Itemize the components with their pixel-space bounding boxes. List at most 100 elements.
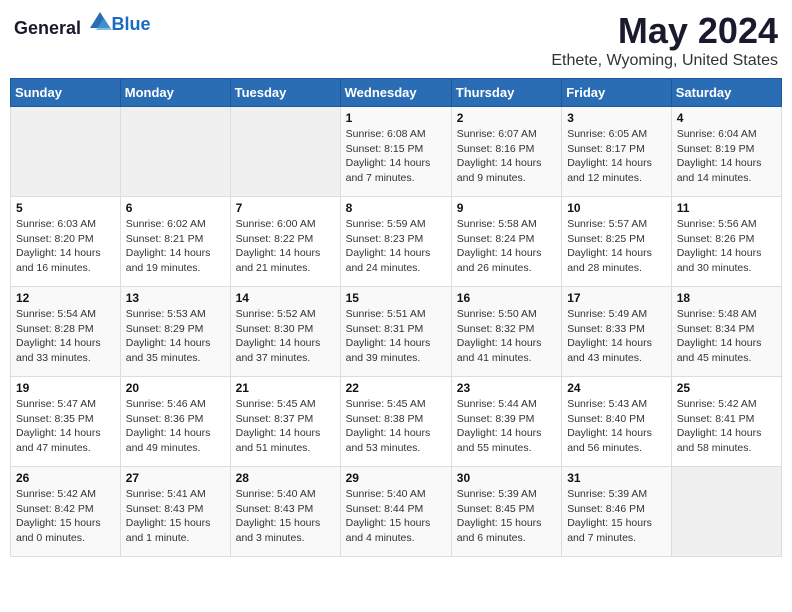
day-info: Sunrise: 5:50 AM Sunset: 8:32 PM Dayligh… — [457, 307, 556, 366]
day-number: 3 — [567, 111, 666, 125]
day-info: Sunrise: 6:02 AM Sunset: 8:21 PM Dayligh… — [126, 217, 225, 276]
day-info: Sunrise: 6:07 AM Sunset: 8:16 PM Dayligh… — [457, 127, 556, 186]
day-info: Sunrise: 5:40 AM Sunset: 8:44 PM Dayligh… — [346, 487, 446, 546]
day-info: Sunrise: 5:51 AM Sunset: 8:31 PM Dayligh… — [346, 307, 446, 366]
day-info: Sunrise: 5:53 AM Sunset: 8:29 PM Dayligh… — [126, 307, 225, 366]
calendar-cell: 14 Sunrise: 5:52 AM Sunset: 8:30 PM Dayli… — [230, 287, 340, 377]
day-number: 27 — [126, 471, 225, 485]
calendar-cell: 16 Sunrise: 5:50 AM Sunset: 8:32 PM Dayli… — [451, 287, 561, 377]
calendar-cell: 18 Sunrise: 5:48 AM Sunset: 8:34 PM Dayli… — [671, 287, 781, 377]
calendar-cell: 27 Sunrise: 5:41 AM Sunset: 8:43 PM Dayli… — [120, 467, 230, 557]
calendar-cell: 23 Sunrise: 5:44 AM Sunset: 8:39 PM Dayli… — [451, 377, 561, 467]
calendar-cell: 6 Sunrise: 6:02 AM Sunset: 8:21 PM Daylig… — [120, 197, 230, 287]
day-number: 9 — [457, 201, 556, 215]
calendar-cell: 10Sunrise: 5:57 AM Sunset: 8:25 PM Dayli… — [562, 197, 672, 287]
day-number: 6 — [126, 201, 225, 215]
calendar-cell — [671, 467, 781, 557]
day-info: Sunrise: 5:45 AM Sunset: 8:37 PM Dayligh… — [236, 397, 335, 456]
calendar-cell: 15 Sunrise: 5:51 AM Sunset: 8:31 PM Dayli… — [340, 287, 451, 377]
day-info: Sunrise: 6:03 AM Sunset: 8:20 PM Dayligh… — [16, 217, 115, 276]
day-info: Sunrise: 5:59 AM Sunset: 8:23 PM Dayligh… — [346, 217, 446, 276]
day-number: 14 — [236, 291, 335, 305]
day-info: Sunrise: 5:40 AM Sunset: 8:43 PM Dayligh… — [236, 487, 335, 546]
calendar-cell: 17 Sunrise: 5:49 AM Sunset: 8:33 PM Dayli… — [562, 287, 672, 377]
day-info: Sunrise: 6:05 AM Sunset: 8:17 PM Dayligh… — [567, 127, 666, 186]
day-number: 4 — [677, 111, 776, 125]
day-info: Sunrise: 6:00 AM Sunset: 8:22 PM Dayligh… — [236, 217, 335, 276]
calendar-cell: 5 Sunrise: 6:03 AM Sunset: 8:20 PM Daylig… — [11, 197, 121, 287]
day-info: Sunrise: 5:52 AM Sunset: 8:30 PM Dayligh… — [236, 307, 335, 366]
logo: General Blue — [14, 10, 151, 39]
day-number: 10 — [567, 201, 666, 215]
calendar-cell — [11, 107, 121, 197]
calendar-cell: 11 Sunrise: 5:56 AM Sunset: 8:26 PM Dayli… — [671, 197, 781, 287]
day-info: Sunrise: 5:48 AM Sunset: 8:34 PM Dayligh… — [677, 307, 776, 366]
day-number: 1 — [346, 111, 446, 125]
day-number: 11 — [677, 201, 776, 215]
weekday-header-tuesday: Tuesday — [230, 79, 340, 107]
weekday-header-row: SundayMondayTuesdayWednesdayThursdayFrid… — [11, 79, 782, 107]
day-info: Sunrise: 5:39 AM Sunset: 8:45 PM Dayligh… — [457, 487, 556, 546]
calendar-cell: 29Sunrise: 5:40 AM Sunset: 8:44 PM Dayli… — [340, 467, 451, 557]
day-number: 30 — [457, 471, 556, 485]
day-number: 21 — [236, 381, 335, 395]
calendar-cell: 22 Sunrise: 5:45 AM Sunset: 8:38 PM Dayli… — [340, 377, 451, 467]
day-info: Sunrise: 5:58 AM Sunset: 8:24 PM Dayligh… — [457, 217, 556, 276]
day-number: 2 — [457, 111, 556, 125]
day-number: 22 — [346, 381, 446, 395]
weekday-header-friday: Friday — [562, 79, 672, 107]
day-info: Sunrise: 5:56 AM Sunset: 8:26 PM Dayligh… — [677, 217, 776, 276]
calendar-cell: 13 Sunrise: 5:53 AM Sunset: 8:29 PM Dayli… — [120, 287, 230, 377]
calendar-cell: 21 Sunrise: 5:45 AM Sunset: 8:37 PM Dayli… — [230, 377, 340, 467]
day-info: Sunrise: 5:39 AM Sunset: 8:46 PM Dayligh… — [567, 487, 666, 546]
week-row-1: 1 Sunrise: 6:08 AM Sunset: 8:15 PM Daylig… — [11, 107, 782, 197]
calendar-cell: 31 Sunrise: 5:39 AM Sunset: 8:46 PM Dayli… — [562, 467, 672, 557]
calendar-cell: 12 Sunrise: 5:54 AM Sunset: 8:28 PM Dayli… — [11, 287, 121, 377]
weekday-header-saturday: Saturday — [671, 79, 781, 107]
day-number: 18 — [677, 291, 776, 305]
calendar-cell: 3 Sunrise: 6:05 AM Sunset: 8:17 PM Daylig… — [562, 107, 672, 197]
week-row-4: 19Sunrise: 5:47 AM Sunset: 8:35 PM Dayli… — [11, 377, 782, 467]
day-number: 20 — [126, 381, 225, 395]
day-number: 26 — [16, 471, 115, 485]
day-info: Sunrise: 6:08 AM Sunset: 8:15 PM Dayligh… — [346, 127, 446, 186]
day-number: 24 — [567, 381, 666, 395]
day-number: 8 — [346, 201, 446, 215]
day-number: 12 — [16, 291, 115, 305]
logo-icon — [88, 10, 112, 34]
weekday-header-wednesday: Wednesday — [340, 79, 451, 107]
day-number: 13 — [126, 291, 225, 305]
calendar-cell: 1 Sunrise: 6:08 AM Sunset: 8:15 PM Daylig… — [340, 107, 451, 197]
day-number: 7 — [236, 201, 335, 215]
logo-blue: Blue — [112, 14, 151, 34]
day-number: 23 — [457, 381, 556, 395]
day-info: Sunrise: 5:46 AM Sunset: 8:36 PM Dayligh… — [126, 397, 225, 456]
day-number: 28 — [236, 471, 335, 485]
logo-general: General — [14, 18, 81, 38]
day-info: Sunrise: 5:49 AM Sunset: 8:33 PM Dayligh… — [567, 307, 666, 366]
calendar-cell: 7 Sunrise: 6:00 AM Sunset: 8:22 PM Daylig… — [230, 197, 340, 287]
week-row-2: 5 Sunrise: 6:03 AM Sunset: 8:20 PM Daylig… — [11, 197, 782, 287]
calendar-cell: 19Sunrise: 5:47 AM Sunset: 8:35 PM Dayli… — [11, 377, 121, 467]
day-info: Sunrise: 5:42 AM Sunset: 8:42 PM Dayligh… — [16, 487, 115, 546]
calendar-cell: 24Sunrise: 5:43 AM Sunset: 8:40 PM Dayli… — [562, 377, 672, 467]
day-number: 15 — [346, 291, 446, 305]
header: General Blue May 2024 Ethete, Wyoming, U… — [10, 10, 782, 70]
weekday-header-sunday: Sunday — [11, 79, 121, 107]
day-info: Sunrise: 6:04 AM Sunset: 8:19 PM Dayligh… — [677, 127, 776, 186]
day-info: Sunrise: 5:42 AM Sunset: 8:41 PM Dayligh… — [677, 397, 776, 456]
day-number: 5 — [16, 201, 115, 215]
day-info: Sunrise: 5:41 AM Sunset: 8:43 PM Dayligh… — [126, 487, 225, 546]
calendar-cell: 4 Sunrise: 6:04 AM Sunset: 8:19 PM Daylig… — [671, 107, 781, 197]
day-info: Sunrise: 5:45 AM Sunset: 8:38 PM Dayligh… — [346, 397, 446, 456]
calendar-cell: 2 Sunrise: 6:07 AM Sunset: 8:16 PM Daylig… — [451, 107, 561, 197]
day-number: 31 — [567, 471, 666, 485]
day-number: 25 — [677, 381, 776, 395]
day-number: 17 — [567, 291, 666, 305]
weekday-header-thursday: Thursday — [451, 79, 561, 107]
day-info: Sunrise: 5:54 AM Sunset: 8:28 PM Dayligh… — [16, 307, 115, 366]
day-info: Sunrise: 5:44 AM Sunset: 8:39 PM Dayligh… — [457, 397, 556, 456]
calendar-table: SundayMondayTuesdayWednesdayThursdayFrid… — [10, 78, 782, 557]
calendar-cell — [230, 107, 340, 197]
day-number: 16 — [457, 291, 556, 305]
